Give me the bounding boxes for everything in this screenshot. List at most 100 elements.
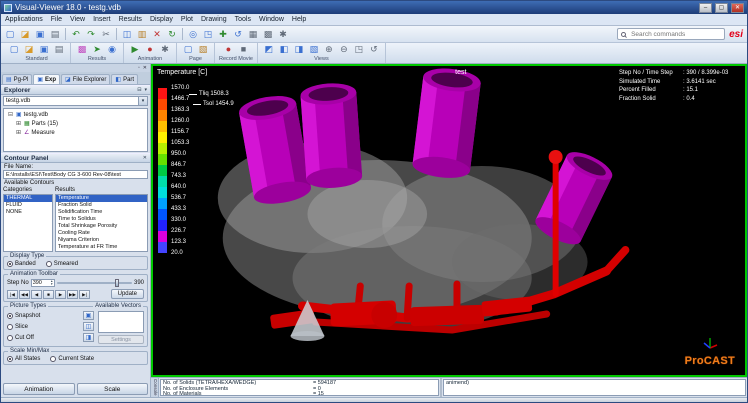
options-icon[interactable]: ✱ [276, 28, 290, 41]
menu-item-view[interactable]: View [66, 16, 89, 23]
side-view-icon[interactable]: ◨ [292, 43, 306, 56]
tree-item-measure[interactable]: ⊞∠Measure [5, 128, 146, 137]
picture-type-snapshot[interactable]: Snapshot▣ [7, 311, 94, 320]
update-button[interactable]: Update [111, 289, 144, 299]
category-item[interactable]: THERMAL [4, 195, 52, 202]
tab-part[interactable]: ◧Part [111, 74, 138, 84]
vector-plot-icon[interactable]: ➤ [90, 43, 104, 56]
animation-settings-icon[interactable]: ✱ [158, 43, 172, 56]
scale-all-states[interactable]: All States [7, 356, 40, 362]
copy-icon[interactable]: ◫ [120, 28, 134, 41]
menu-item-window[interactable]: Window [255, 16, 288, 23]
save-file-icon[interactable]: ▣ [33, 28, 47, 41]
scale-button[interactable]: Scale [77, 383, 149, 395]
category-item[interactable]: FLUID [4, 202, 52, 209]
stop-button[interactable]: ■ [43, 290, 54, 299]
load-results-icon[interactable]: ◉ [105, 43, 119, 56]
new-page-icon[interactable]: ▢ [181, 43, 195, 56]
display-type-smeared[interactable]: Smeared [46, 261, 78, 267]
animation-button[interactable]: Animation [3, 383, 75, 395]
category-item[interactable]: NONE [4, 209, 52, 216]
paste-icon[interactable]: ▥ [135, 28, 149, 41]
zoom-out-icon[interactable]: ⊖ [337, 43, 351, 56]
model-canvas[interactable] [153, 66, 745, 375]
expander-icon[interactable]: ⊞ [15, 120, 22, 127]
rotate-icon[interactable]: ↺ [231, 28, 245, 41]
print-icon[interactable]: ▤ [48, 28, 62, 41]
tab-pg-pl[interactable]: ▤Pg-Pl [2, 74, 32, 84]
slider-thumb[interactable] [115, 279, 119, 287]
viewport-3d[interactable]: Temperature [C] 1570.01466.71363.31260.0… [151, 64, 747, 377]
tree-item-parts-15[interactable]: ⊞▦Parts (15) [5, 119, 146, 128]
first-frame-button[interactable]: |◀ [7, 290, 18, 299]
step-forward-button[interactable]: ▶ [55, 290, 66, 299]
result-item[interactable]: Temperature at FR Time [56, 244, 147, 251]
cut-off-options-button[interactable]: ◨ [83, 333, 94, 342]
menu-item-display[interactable]: Display [146, 16, 177, 23]
step-number-input[interactable]: 390 ▴ ▾ [31, 279, 55, 287]
minimize-button[interactable]: – [699, 3, 712, 13]
stop-movie-icon[interactable]: ■ [236, 43, 250, 56]
menu-item-file[interactable]: File [47, 16, 66, 23]
play-animation-icon[interactable]: ▶ [128, 43, 142, 56]
standard-print-icon[interactable]: ▤ [52, 43, 66, 56]
standard-open-icon[interactable]: ◪ [22, 43, 36, 56]
wireframe-icon[interactable]: ▦ [246, 28, 260, 41]
explorer-menu-icon[interactable]: ▾ [144, 87, 147, 93]
open-file-icon[interactable]: ◪ [18, 28, 32, 41]
zoom-in-icon[interactable]: ⊕ [322, 43, 336, 56]
scale-current-state[interactable]: Current State [50, 356, 94, 362]
message-panel[interactable]: animend) [443, 379, 746, 396]
result-item[interactable]: Temperature [56, 195, 147, 202]
dock-close-icon[interactable]: ✕ [143, 65, 147, 71]
expander-icon[interactable]: ⊞ [15, 129, 22, 136]
fit-view-icon[interactable]: ◳ [352, 43, 366, 56]
result-item[interactable]: Time to Solidus [56, 216, 147, 223]
delete-icon[interactable]: ✕ [150, 28, 164, 41]
expander-icon[interactable]: ⊟ [7, 111, 14, 118]
fast-forward-button[interactable]: ▶▶ [67, 290, 78, 299]
result-item[interactable]: Niyama Criterion [56, 237, 147, 244]
slice-options-button[interactable]: ◫ [83, 322, 94, 331]
record-animation-icon[interactable]: ● [143, 43, 157, 56]
explorer-collapse-icon[interactable]: ⊟ [137, 87, 141, 93]
page-layout-icon[interactable]: ▧ [196, 43, 210, 56]
pan-icon[interactable]: ✚ [216, 28, 230, 41]
iso-view-icon[interactable]: ◩ [262, 43, 276, 56]
console-output[interactable]: No. of Solids (TETRA/HEXA/WEDGE)= 594187… [160, 379, 439, 396]
search-input[interactable] [629, 30, 721, 39]
maximize-button[interactable]: ▢ [715, 3, 728, 13]
menu-item-plot[interactable]: Plot [177, 16, 197, 23]
top-view-icon[interactable]: ▧ [307, 43, 321, 56]
close-button[interactable]: ✕ [731, 3, 744, 13]
step-back-button[interactable]: ◀ [31, 290, 42, 299]
standard-new-icon[interactable]: ▢ [7, 43, 21, 56]
picture-type-cut-off[interactable]: Cut Off◨ [7, 333, 94, 342]
menu-item-insert[interactable]: Insert [89, 16, 115, 23]
new-file-icon[interactable]: ▢ [3, 28, 17, 41]
last-frame-button[interactable]: ▶| [79, 290, 90, 299]
cut-icon[interactable]: ✂ [99, 28, 113, 41]
dock-float-icon[interactable]: ▫ [138, 65, 140, 71]
result-item[interactable]: Cooling Rate [56, 230, 147, 237]
console-tab[interactable]: Console [151, 378, 159, 397]
menu-item-results[interactable]: Results [115, 16, 146, 23]
file-name-field[interactable]: E:\Installs\ESI\Test\Body CG 3-600 Rev-0… [3, 170, 148, 179]
model-combobox[interactable]: testg.vdb ▾ [3, 96, 148, 106]
result-item[interactable]: Fraction Solid [56, 202, 147, 209]
frame-slider[interactable] [57, 279, 132, 287]
shaded-icon[interactable]: ▩ [261, 28, 275, 41]
refresh-icon[interactable]: ↻ [165, 28, 179, 41]
result-item[interactable]: Solidification Time [56, 209, 147, 216]
redo-icon[interactable]: ↷ [84, 28, 98, 41]
result-item[interactable]: Total Shrinkage Porosity [56, 223, 147, 230]
fast-rewind-button[interactable]: ◀◀ [19, 290, 30, 299]
menu-item-drawing[interactable]: Drawing [197, 16, 231, 23]
front-view-icon[interactable]: ◧ [277, 43, 291, 56]
tab-file-explorer[interactable]: ◪File Explorer [61, 74, 110, 84]
select-icon[interactable]: ◎ [186, 28, 200, 41]
zoom-fit-icon[interactable]: ◳ [201, 28, 215, 41]
menu-item-applications[interactable]: Applications [1, 16, 47, 23]
tree-item-testg-vdb[interactable]: ⊟▣testg.vdb [5, 110, 146, 119]
available-vectors-list[interactable] [98, 311, 144, 333]
